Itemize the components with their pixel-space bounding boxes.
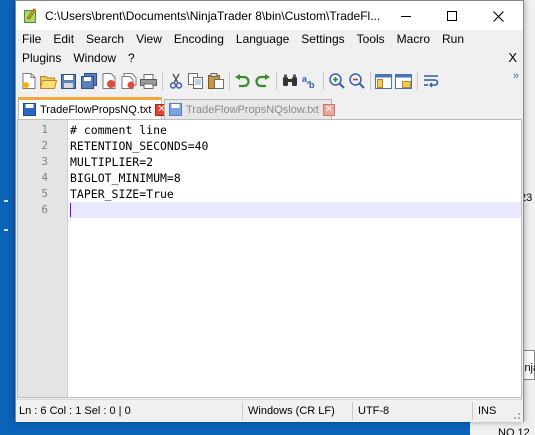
maximize-button[interactable] bbox=[429, 1, 475, 31]
line-number: 6 bbox=[41, 203, 48, 216]
desktop-strip bbox=[0, 0, 15, 435]
cut-icon[interactable] bbox=[166, 72, 185, 91]
line-number: 5 bbox=[41, 187, 48, 200]
menu-macro[interactable]: Macro bbox=[391, 30, 436, 49]
line-number: 1 bbox=[41, 123, 48, 136]
desktop-dot bbox=[4, 200, 8, 202]
toolbar: ab » bbox=[16, 68, 523, 94]
menu-run[interactable]: Run bbox=[436, 30, 470, 49]
sync-vertical-icon[interactable] bbox=[374, 72, 393, 91]
menu-search[interactable]: Search bbox=[80, 30, 130, 49]
tab-tradeflowpropsnq[interactable]: TradeFlowPropsNQ.txt ✕ bbox=[18, 97, 168, 119]
close-icon bbox=[492, 10, 504, 22]
status-divider bbox=[242, 402, 243, 420]
line-number: 2 bbox=[41, 139, 48, 152]
close-document-button[interactable]: X bbox=[508, 50, 517, 65]
cursor-position: Ln : 6 Col : 1 Sel : 0 | 0 bbox=[19, 405, 131, 417]
resize-grip-icon[interactable] bbox=[511, 410, 521, 420]
toolbar-separator bbox=[229, 72, 230, 90]
menu-tools[interactable]: Tools bbox=[351, 30, 391, 49]
menu-row-2: Plugins Window ? bbox=[16, 49, 141, 68]
line-ending[interactable]: Windows (CR LF) bbox=[248, 400, 335, 422]
code-line[interactable]: BIGLOT_MINIMUM=8 bbox=[70, 170, 181, 186]
menu-bar: File Edit Search View Encoding Language … bbox=[16, 30, 523, 68]
minimize-icon bbox=[401, 15, 411, 17]
find-icon[interactable] bbox=[280, 72, 299, 91]
close-window-button[interactable] bbox=[475, 1, 521, 31]
code-line[interactable]: RETENTION_SECONDS=40 bbox=[70, 138, 208, 154]
text-editor[interactable]: 1 2 3 4 5 6 # comment line RETENTION_SEC… bbox=[17, 119, 522, 398]
status-divider bbox=[472, 402, 473, 420]
toolbar-overflow-chevron-icon[interactable]: » bbox=[513, 70, 519, 82]
desktop-dot bbox=[4, 229, 8, 231]
sync-horizontal-icon[interactable] bbox=[394, 72, 413, 91]
paste-icon[interactable] bbox=[206, 72, 225, 91]
menu-file[interactable]: File bbox=[16, 30, 47, 49]
close-file-icon[interactable] bbox=[99, 72, 118, 91]
replace-icon[interactable]: ab bbox=[300, 72, 319, 91]
toolbar-separator bbox=[276, 72, 277, 90]
floppy-disk-icon bbox=[169, 103, 182, 116]
code-line[interactable]: # comment line bbox=[70, 122, 167, 138]
menu-help[interactable]: ? bbox=[122, 49, 141, 68]
current-line-highlight bbox=[69, 202, 521, 218]
tab-tradeflowpropsnqslow[interactable]: TradeFlowPropsNQslow.txt ✕ bbox=[164, 99, 335, 119]
undo-icon[interactable] bbox=[233, 72, 252, 91]
status-bar: Ln : 6 Col : 1 Sel : 0 | 0 Windows (CR L… bbox=[16, 399, 523, 422]
new-file-icon[interactable] bbox=[19, 72, 38, 91]
line-number: 3 bbox=[41, 155, 48, 168]
close-all-icon[interactable] bbox=[119, 72, 138, 91]
save-icon[interactable] bbox=[59, 72, 78, 91]
tab-bar: TradeFlowPropsNQ.txt ✕ TradeFlowPropsNQs… bbox=[16, 95, 523, 119]
menu-settings[interactable]: Settings bbox=[295, 30, 350, 49]
tab-label: TradeFlowPropsNQslow.txt bbox=[186, 103, 319, 116]
toolbar-separator bbox=[162, 72, 163, 90]
tab-label: TradeFlowPropsNQ.txt bbox=[40, 103, 152, 116]
menu-encoding[interactable]: Encoding bbox=[168, 30, 230, 49]
zoom-in-icon[interactable] bbox=[327, 72, 346, 91]
minimize-button[interactable] bbox=[383, 1, 429, 31]
menu-edit[interactable]: Edit bbox=[47, 30, 80, 49]
line-number-gutter: 1 2 3 4 5 6 bbox=[18, 120, 68, 397]
tab-close-icon[interactable]: ✕ bbox=[322, 103, 335, 116]
open-file-icon[interactable] bbox=[39, 72, 58, 91]
toolbar-separator bbox=[323, 72, 324, 90]
text-caret bbox=[70, 203, 71, 217]
word-wrap-icon[interactable] bbox=[421, 72, 440, 91]
menu-language[interactable]: Language bbox=[230, 30, 295, 49]
maximize-icon bbox=[447, 11, 457, 21]
menu-row-1: File Edit Search View Encoding Language … bbox=[16, 30, 470, 49]
code-line[interactable]: MULTIPLIER=2 bbox=[70, 154, 153, 170]
insert-mode[interactable]: INS bbox=[478, 400, 496, 422]
toolbar-separator bbox=[417, 72, 418, 90]
toolbar-separator bbox=[370, 72, 371, 90]
redo-icon[interactable] bbox=[253, 72, 272, 91]
status-divider bbox=[352, 402, 353, 420]
notepad-plus-plus-icon bbox=[23, 8, 39, 24]
copy-icon[interactable] bbox=[186, 72, 205, 91]
menu-window[interactable]: Window bbox=[67, 49, 122, 68]
file-encoding[interactable]: UTF-8 bbox=[358, 400, 389, 422]
svg-text:a: a bbox=[302, 74, 308, 84]
background-text-fragment: NQ 12 bbox=[498, 427, 530, 435]
title-bar[interactable]: C:\Users\brent\Documents\NinjaTrader 8\b… bbox=[16, 1, 523, 31]
floppy-disk-icon bbox=[23, 103, 36, 116]
line-number: 4 bbox=[41, 171, 48, 184]
code-line[interactable]: TAPER_SIZE=True bbox=[70, 186, 174, 202]
window-title: C:\Users\brent\Documents\NinjaTrader 8\b… bbox=[45, 9, 381, 23]
save-all-icon[interactable] bbox=[79, 72, 98, 91]
menu-view[interactable]: View bbox=[130, 30, 168, 49]
notepad-window: C:\Users\brent\Documents\NinjaTrader 8\b… bbox=[15, 0, 524, 422]
menu-plugins[interactable]: Plugins bbox=[16, 49, 67, 68]
zoom-out-icon[interactable] bbox=[347, 72, 366, 91]
print-icon[interactable] bbox=[139, 72, 158, 91]
